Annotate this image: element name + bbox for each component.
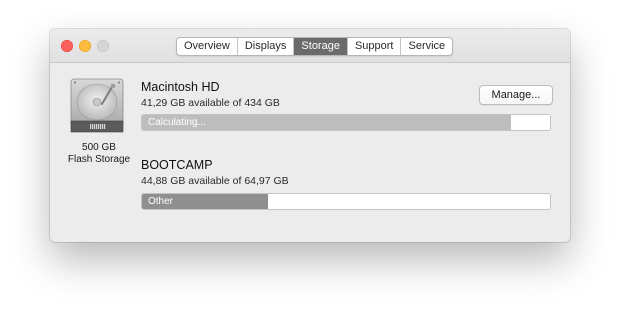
storage-bar-macintosh-hd: Calculating...: [141, 114, 551, 131]
about-this-mac-window: Overview Displays Storage Support Servic…: [50, 29, 570, 242]
drive-capacity: 500 GB: [82, 142, 116, 153]
volume-name-bootcamp: BOOTCAMP: [141, 158, 213, 172]
storage-bar-bootcamp: Other: [141, 193, 551, 210]
manage-button[interactable]: Manage...: [479, 85, 553, 105]
zoom-button[interactable]: [97, 40, 109, 52]
tab-service[interactable]: Service: [401, 38, 452, 55]
volume-name-macintosh-hd: Macintosh HD: [141, 80, 220, 94]
title-bar: Overview Displays Storage Support Servic…: [50, 29, 570, 63]
storage-bar-label-bootcamp: Other: [148, 196, 174, 207]
volume-availability-bootcamp: 44,88 GB available of 64,97 GB: [141, 175, 289, 187]
minimize-button[interactable]: [79, 40, 91, 52]
close-button[interactable]: [61, 40, 73, 52]
tab-support[interactable]: Support: [348, 38, 402, 55]
tab-overview[interactable]: Overview: [177, 38, 238, 55]
drive-type: Flash Storage: [67, 154, 131, 165]
hard-drive-icon: [70, 78, 124, 133]
volume-availability-macintosh-hd: 41,29 GB available of 434 GB: [141, 97, 280, 109]
drive-caption: 500 GB Flash Storage: [56, 142, 142, 166]
tab-displays[interactable]: Displays: [238, 38, 295, 55]
storage-bar-label-macintosh-hd: Calculating...: [148, 117, 206, 128]
tab-storage[interactable]: Storage: [294, 38, 348, 55]
tab-bar: Overview Displays Storage Support Servic…: [176, 37, 454, 56]
